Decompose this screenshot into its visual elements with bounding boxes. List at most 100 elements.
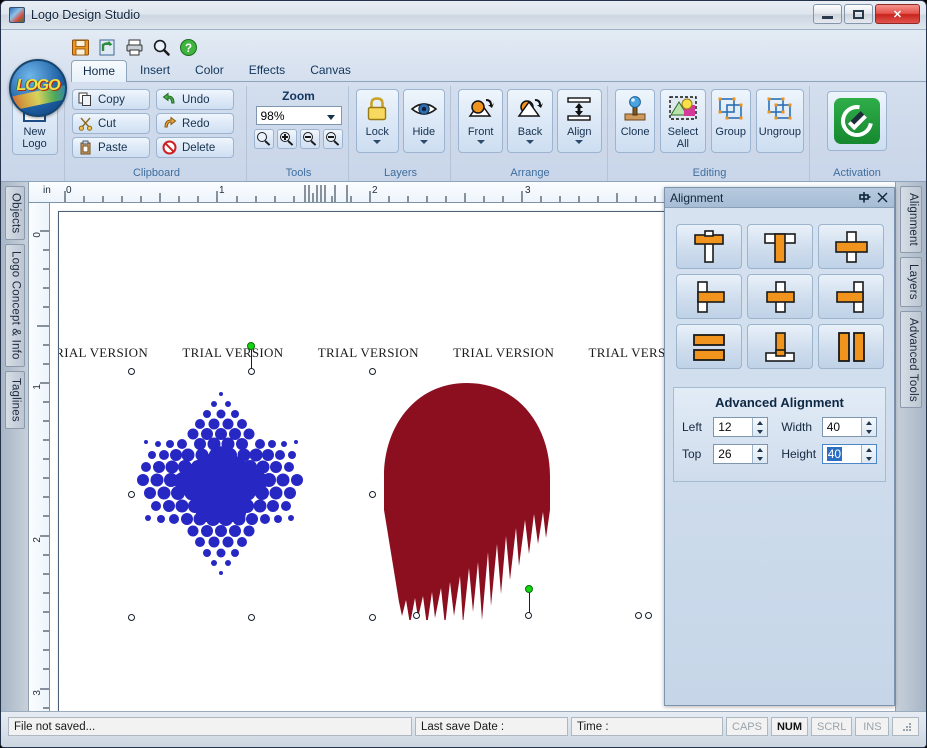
- zoom-select[interactable]: 98%: [255, 106, 342, 125]
- align-top-button[interactable]: [675, 224, 742, 269]
- eye-icon: [409, 94, 439, 124]
- select-all-label-line2: All: [676, 138, 690, 150]
- align-dropdown-icon[interactable]: [575, 140, 584, 144]
- align-center-button[interactable]: [746, 274, 813, 319]
- front-dropdown-icon[interactable]: [476, 140, 485, 144]
- select-all-button[interactable]: Select All: [660, 89, 706, 153]
- front-label: Front: [467, 126, 494, 138]
- status-resize-grip[interactable]: [892, 717, 919, 736]
- height-spinner-arrows[interactable]: [861, 445, 877, 463]
- blob-rotation-handle[interactable]: [525, 585, 533, 593]
- ribbon-tab-strip: Home Insert Color Effects Canvas: [71, 60, 926, 82]
- zoom-in-button[interactable]: [277, 129, 297, 149]
- sidebar-item-alignment[interactable]: Alignment: [900, 186, 922, 253]
- dripping-blob-shape[interactable]: [372, 380, 562, 620]
- star-handle-ml[interactable]: [128, 491, 135, 498]
- maximize-button[interactable]: [844, 4, 873, 24]
- left-spinner[interactable]: 12: [713, 417, 769, 437]
- star-handle-tc[interactable]: [248, 368, 255, 375]
- height-label: Height: [781, 447, 817, 461]
- width-value: 40: [826, 420, 841, 434]
- back-dropdown-icon[interactable]: [525, 140, 534, 144]
- tab-color[interactable]: Color: [183, 59, 236, 81]
- tab-insert[interactable]: Insert: [128, 59, 182, 81]
- status-indicator-scrl: SCRL: [811, 717, 853, 736]
- group-button[interactable]: Group: [710, 89, 751, 153]
- alignment-panel-title: Alignment: [670, 190, 724, 205]
- export-icon[interactable]: [98, 38, 117, 57]
- lock-dropdown-icon[interactable]: [373, 140, 382, 144]
- save-icon[interactable]: [71, 38, 90, 57]
- help-icon[interactable]: ?: [179, 38, 198, 57]
- sidebar-item-taglines[interactable]: Taglines: [4, 371, 25, 429]
- minimize-button[interactable]: [813, 4, 842, 24]
- zoom-fit-icon: [326, 132, 340, 147]
- distribute-vertical-button[interactable]: [675, 324, 742, 369]
- align-center-horizontal-button[interactable]: [746, 224, 813, 269]
- helmet-handle-tl[interactable]: [645, 612, 652, 619]
- ribbon-group-activation-label: Activation: [833, 167, 881, 179]
- trial-watermark: TRIAL VERSION: [453, 345, 555, 360]
- tab-home[interactable]: Home: [71, 60, 128, 82]
- left-spinner-arrows[interactable]: [752, 418, 768, 436]
- sidebar-item-logo-concept-info[interactable]: Logo Concept & Info: [4, 244, 25, 368]
- ungroup-button[interactable]: Ungroup: [755, 89, 804, 153]
- close-icon[interactable]: [875, 191, 889, 205]
- zoom-out-button[interactable]: [300, 129, 320, 149]
- ribbon-group-clipboard-label: Clipboard: [132, 167, 181, 179]
- title-bar: Logo Design Studio ✕: [1, 1, 926, 30]
- sidebar-item-advanced-tools[interactable]: Advanced Tools: [900, 310, 922, 409]
- height-spinner[interactable]: 40: [821, 444, 878, 464]
- redo-button[interactable]: Redo: [156, 113, 234, 134]
- hide-button[interactable]: Hide: [402, 89, 445, 153]
- print-icon[interactable]: [125, 38, 144, 57]
- back-button[interactable]: Back: [507, 89, 553, 153]
- lock-button[interactable]: Lock: [356, 89, 399, 153]
- width-spinner[interactable]: 40: [821, 417, 878, 437]
- tab-effects[interactable]: Effects: [237, 59, 297, 81]
- delete-button[interactable]: Delete: [156, 137, 234, 158]
- align-right-button[interactable]: [817, 274, 884, 319]
- align-button[interactable]: Align: [556, 89, 602, 153]
- star-handle-tr[interactable]: [369, 368, 376, 375]
- clone-button[interactable]: Clone: [615, 89, 656, 153]
- close-button[interactable]: ✕: [875, 4, 920, 24]
- zoom-select-button[interactable]: [254, 129, 274, 149]
- align-left-button[interactable]: [675, 274, 742, 319]
- sidebar-item-objects[interactable]: Objects: [4, 186, 25, 241]
- advanced-alignment-title: Advanced Alignment: [715, 395, 844, 410]
- align-middle-button[interactable]: [817, 224, 884, 269]
- preview-icon[interactable]: [152, 38, 171, 57]
- align-bottom-button[interactable]: [746, 324, 813, 369]
- blob-handle-tl[interactable]: [413, 612, 420, 619]
- width-spinner-arrows[interactable]: [861, 418, 877, 436]
- top-spinner-arrows[interactable]: [752, 445, 768, 463]
- tab-canvas[interactable]: Canvas: [298, 59, 363, 81]
- undo-button[interactable]: Undo: [156, 89, 234, 110]
- star-handle-bc[interactable]: [248, 614, 255, 621]
- sidebar-item-layers[interactable]: Layers: [900, 256, 922, 307]
- ribbon-body: New Logo Copy Cut Paste Undo Redo Delete…: [1, 82, 926, 181]
- pin-icon[interactable]: [857, 191, 871, 205]
- cut-button[interactable]: Cut: [72, 113, 150, 134]
- hide-dropdown-icon[interactable]: [419, 140, 428, 144]
- star-rotation-handle[interactable]: [247, 342, 255, 350]
- top-spinner[interactable]: 26: [713, 444, 769, 464]
- zoom-value: 98%: [260, 108, 285, 123]
- star-handle-bl[interactable]: [128, 614, 135, 621]
- activation-button[interactable]: [827, 91, 887, 151]
- undo-icon: [162, 92, 177, 107]
- redo-label: Redo: [182, 117, 210, 130]
- zoom-fit-button[interactable]: [323, 129, 343, 149]
- advanced-alignment-box: Advanced Alignment Left 12 Width 40 Top …: [673, 387, 886, 482]
- star-handle-tl[interactable]: [128, 368, 135, 375]
- right-dock: Alignment Layers Advanced Tools: [895, 182, 926, 711]
- paste-button[interactable]: Paste: [72, 137, 150, 158]
- copy-button[interactable]: Copy: [72, 89, 150, 110]
- front-button[interactable]: Front: [458, 89, 504, 153]
- distribute-horizontal-button[interactable]: [817, 324, 884, 369]
- trial-watermark: TRIAL VERSION: [182, 345, 284, 360]
- halftone-star-shape[interactable]: [106, 364, 336, 594]
- blob-handle-tc[interactable]: [525, 612, 532, 619]
- blob-handle-tr[interactable]: [635, 612, 642, 619]
